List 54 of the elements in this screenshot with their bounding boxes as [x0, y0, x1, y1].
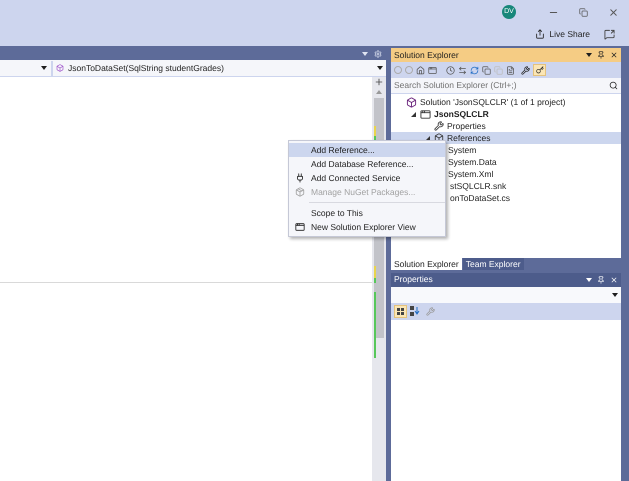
method-icon: [56, 64, 64, 72]
pin-icon[interactable]: [597, 276, 605, 284]
dropdown-caret-icon: [586, 278, 592, 282]
panel-title-bar: Properties: [391, 272, 621, 286]
menu-item[interactable]: Add Reference...: [289, 143, 445, 157]
plug-icon: [295, 173, 305, 183]
object-dropdown[interactable]: [391, 286, 621, 302]
dropdown-caret-icon: [586, 53, 592, 57]
wrench-icon[interactable]: [521, 66, 530, 74]
clock-icon[interactable]: [446, 66, 455, 74]
window-icon: [295, 222, 305, 232]
categorized-icon[interactable]: [394, 304, 407, 318]
dropdown-caret-icon: [41, 66, 47, 70]
home-icon[interactable]: [416, 66, 425, 74]
share-icon: [535, 29, 546, 39]
project-icon: [420, 108, 431, 120]
wrench-icon: [434, 121, 444, 131]
panel-tab[interactable]: Solution Explorer: [391, 258, 462, 270]
menu-item[interactable]: Add Database Reference...: [289, 157, 445, 171]
tree-item[interactable]: JsonSQLCLR: [391, 108, 621, 120]
switch-views-icon[interactable]: [428, 66, 437, 74]
sort-alphabetical-icon[interactable]: [410, 306, 420, 316]
menu-item[interactable]: New Solution Explorer View: [289, 220, 445, 234]
tree-item[interactable]: Solution 'JsonSQLCLR' (1 of 1 project): [391, 96, 621, 108]
menu-item[interactable]: Add Connected Service: [289, 171, 445, 185]
panel-tab[interactable]: Team Explorer: [462, 258, 524, 270]
pin-icon[interactable]: [597, 51, 605, 59]
sync-icon[interactable]: [458, 66, 467, 74]
menu-item[interactable]: Scope to This: [289, 206, 445, 220]
expand-arrow-icon[interactable]: [411, 112, 416, 116]
collapse-icon[interactable]: [482, 66, 491, 74]
live-share-button[interactable]: Live Share: [535, 28, 590, 40]
restore-icon[interactable]: [579, 8, 588, 16]
dropdown-caret-icon: [612, 292, 618, 296]
search-field[interactable]: Search Solution Explorer (Ctrl+;): [391, 78, 621, 94]
search-icon[interactable]: [609, 81, 618, 90]
solution-icon: [406, 96, 417, 108]
feedback-icon[interactable]: [604, 28, 615, 40]
files-icon[interactable]: [506, 66, 515, 74]
tree-item[interactable]: References: [391, 132, 621, 144]
panel-title-bar: Solution Explorer: [391, 48, 621, 62]
dropdown-caret-icon: [377, 66, 383, 70]
scroll-up-icon: [376, 90, 382, 94]
refresh-icon[interactable]: [470, 66, 479, 74]
package-icon: [295, 187, 305, 197]
tree-item[interactable]: Properties: [391, 120, 621, 132]
settings-icon[interactable]: [374, 50, 382, 58]
preview-toggle[interactable]: [533, 64, 546, 76]
search-input[interactable]: Search Solution Explorer (Ctrl+;): [394, 79, 609, 92]
close-icon[interactable]: [610, 51, 618, 59]
split-icon[interactable]: [374, 77, 384, 87]
close-icon[interactable]: [608, 6, 619, 18]
dropdown-caret-icon: [362, 52, 368, 56]
key-icon: [536, 66, 544, 74]
